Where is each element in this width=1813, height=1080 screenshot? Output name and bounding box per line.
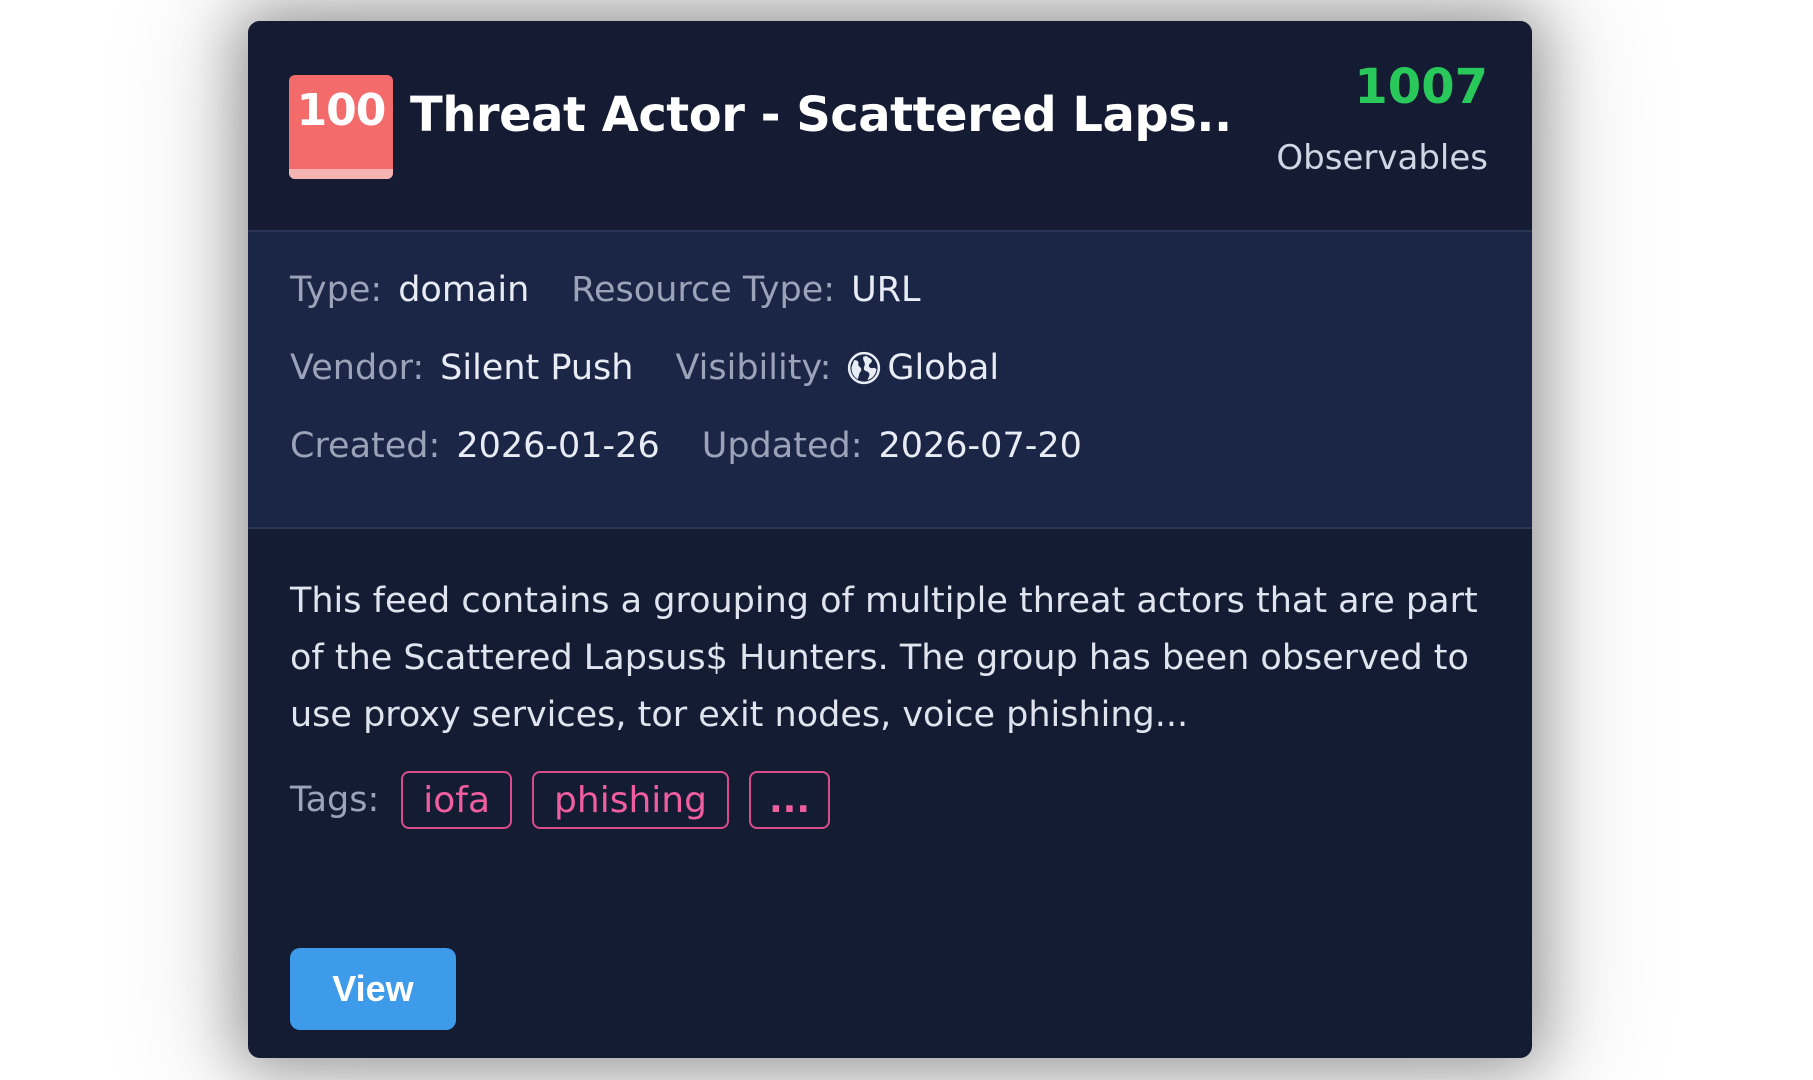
- resource-type-value: URL: [851, 270, 921, 310]
- tag-phishing[interactable]: phishing: [532, 771, 729, 829]
- visibility-value: Global: [887, 348, 1000, 388]
- feed-card: 100 Threat Actor - Scattered Laps... 100…: [248, 21, 1532, 1058]
- meta-row-dates: Created: 2026-01-26 Updated: 2026-07-20: [290, 426, 1124, 466]
- observables-count: 1007: [1354, 59, 1488, 115]
- resource-type-label: Resource Type:: [571, 270, 836, 310]
- observables-label: Observables: [1276, 138, 1488, 178]
- vendor-label: Vendor:: [290, 348, 425, 388]
- view-button[interactable]: View: [290, 948, 456, 1030]
- visibility-label: Visibility:: [675, 348, 832, 388]
- created-label: Created:: [290, 426, 441, 466]
- score-badge: 100: [289, 75, 393, 179]
- score-badge-bar: [289, 169, 393, 179]
- updated-label: Updated:: [701, 426, 863, 466]
- type-value: domain: [398, 270, 530, 310]
- type-label: Type:: [290, 270, 383, 310]
- card-title[interactable]: Threat Actor - Scattered Laps...: [410, 87, 1230, 143]
- tag-more-button[interactable]: ...: [748, 771, 830, 829]
- meta-row-type: Type: domain Resource Type: URL: [290, 270, 963, 310]
- created-value: 2026-01-26: [456, 426, 660, 466]
- updated-value: 2026-07-20: [878, 426, 1082, 466]
- card-header: 100 Threat Actor - Scattered Laps... 100…: [248, 21, 1532, 232]
- tags-row: Tags: iofa phishing ...: [290, 769, 850, 831]
- tag-iofa[interactable]: iofa: [401, 771, 513, 829]
- meta-row-vendor: Vendor: Silent Push Visibility: Global: [290, 348, 1041, 388]
- feed-description: This feed contains a grouping of multipl…: [290, 581, 1478, 735]
- score-value: 100: [296, 85, 387, 136]
- vendor-value: Silent Push: [440, 348, 634, 388]
- meta-section: Type: domain Resource Type: URL Vendor: …: [248, 232, 1532, 529]
- globe-icon: [847, 351, 881, 385]
- tags-label: Tags:: [290, 780, 380, 820]
